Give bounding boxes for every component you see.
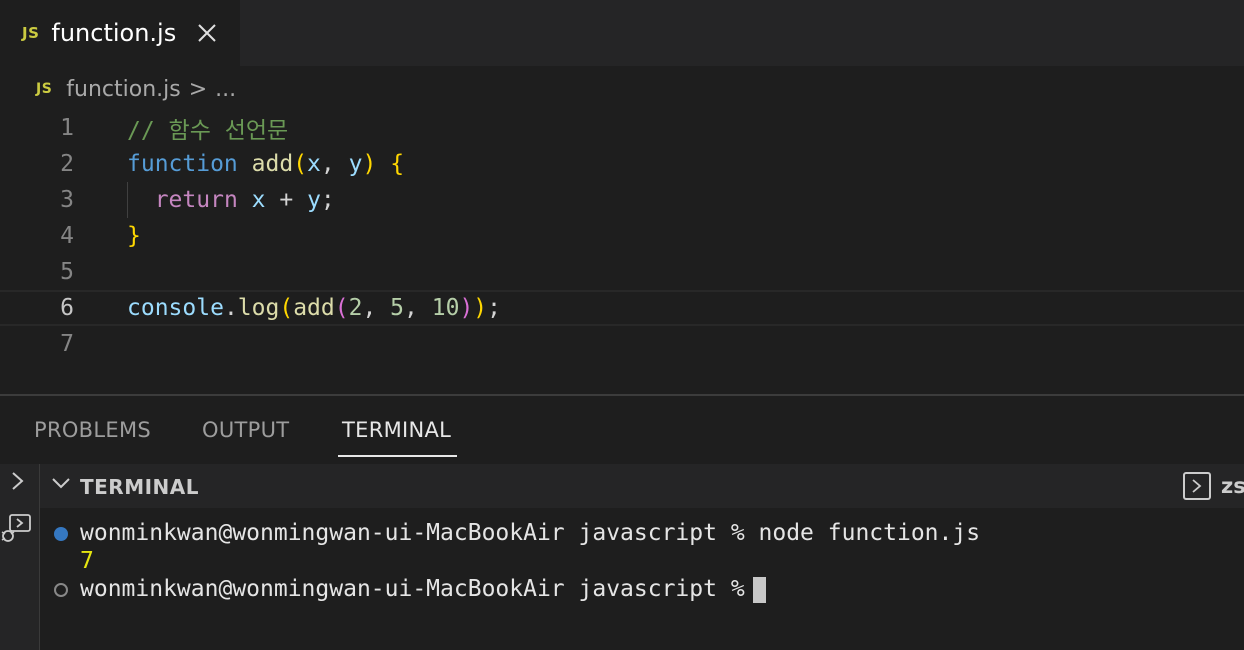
line-number: 6	[60, 295, 74, 321]
code-token: ,	[404, 295, 432, 321]
code-line[interactable]: 7	[0, 326, 1244, 362]
code-line[interactable]: 2 function add(x, y) {	[0, 146, 1244, 182]
line-number: 1	[60, 115, 74, 141]
breadcrumb-file[interactable]: function.js	[66, 77, 180, 102]
code-token: (	[279, 295, 294, 321]
terminal-header: TERMINAL zs	[40, 464, 1244, 508]
line-number: 3	[60, 187, 74, 213]
code-lines[interactable]: 1// 함수 선언문 2 function add(x, y) {3 return …	[0, 110, 1244, 362]
tab-title: function.js	[51, 19, 177, 47]
code-token: 2	[348, 295, 363, 321]
line-number: 7	[60, 331, 74, 357]
code-token: )	[459, 295, 474, 321]
code-token: add	[251, 151, 294, 177]
code-token: log	[237, 295, 280, 321]
code-token: x	[251, 187, 266, 213]
line-number: 2	[60, 151, 74, 177]
tab-terminal[interactable]: TERMINAL	[342, 418, 451, 442]
editor-tab-bar: JS function.js	[0, 0, 1244, 66]
tab-output[interactable]: OUTPUT	[202, 418, 289, 442]
breadcrumb: JS function.js > ...	[36, 74, 236, 104]
code-token: y	[307, 187, 321, 213]
code-token: x	[307, 151, 321, 177]
line-number: 5	[60, 259, 74, 285]
code-token: function	[127, 151, 238, 177]
close-icon[interactable]	[194, 20, 220, 46]
terminal-shell-icon[interactable]	[1183, 472, 1211, 500]
code-token: add	[293, 295, 335, 321]
command-pending-icon[interactable]	[54, 583, 68, 597]
code-token: ,	[320, 151, 349, 177]
terminal-prompt-line: wonminkwan@wonmingwan-ui-MacBookAir java…	[80, 576, 766, 603]
code-token: ,	[362, 295, 391, 321]
tab-function-js[interactable]: JS function.js	[0, 0, 240, 66]
code-token: )	[362, 151, 377, 177]
code-token: return	[154, 187, 238, 213]
code-token: 10	[431, 295, 460, 321]
javascript-file-icon: JS	[22, 24, 40, 42]
code-token: +	[265, 187, 308, 213]
terminal-cursor	[752, 576, 766, 603]
line-text: // 함수 선언문	[127, 111, 288, 145]
chevron-right-icon[interactable]	[8, 470, 26, 498]
code-token: 5	[390, 295, 405, 321]
code-token: (	[293, 151, 308, 177]
code-token: .	[223, 295, 238, 321]
code-line[interactable]: 5	[0, 254, 1244, 290]
code-token: }	[127, 223, 141, 249]
code-line[interactable]: 1 // 함수 선언문	[0, 110, 1244, 146]
breadcrumb-separator: >	[188, 76, 208, 102]
line-text: }	[127, 223, 141, 249]
code-token: {	[390, 151, 405, 177]
command-success-icon[interactable]	[54, 527, 68, 541]
tab-problems[interactable]: PROBLEMS	[34, 418, 151, 442]
terminal-prompt: wonminkwan@wonmingwan-ui-MacBookAir java…	[80, 576, 745, 602]
line-text: return x + y;	[127, 187, 335, 213]
code-token: console	[127, 295, 224, 321]
terminal-shell-name[interactable]: zs	[1221, 474, 1244, 498]
terminal-output-value: 7	[80, 548, 94, 574]
code-token: ;	[320, 187, 335, 213]
chevron-down-icon[interactable]	[50, 472, 72, 499]
code-token: (	[334, 295, 349, 321]
panel-tab-bar: PROBLEMS OUTPUT TERMINAL	[0, 396, 1244, 464]
javascript-file-icon: JS	[36, 81, 53, 97]
active-tab-indicator	[338, 455, 457, 457]
code-line[interactable]: 3 return x + y;	[0, 182, 1244, 218]
code-line[interactable]: 4}	[0, 218, 1244, 254]
line-text: console.log(add(2, 5, 10));	[127, 295, 501, 321]
line-text: function add(x, y) {	[127, 151, 404, 177]
code-token: )	[473, 295, 488, 321]
code-token: // 함수 선언문	[127, 118, 289, 144]
terminal-output[interactable]: wonminkwan@wonmingwan-ui-MacBookAir java…	[40, 508, 1244, 650]
terminal-command-line: wonminkwan@wonmingwan-ui-MacBookAir java…	[80, 520, 981, 546]
breadcrumb-more[interactable]: ...	[215, 77, 236, 102]
code-token: ;	[487, 295, 502, 321]
terminal-header-title[interactable]: TERMINAL	[80, 475, 199, 499]
code-line[interactable]: 6 console.log(add(2, 5, 10));	[0, 290, 1244, 326]
code-editor[interactable]: JS function.js > ... 1 // 함수 선언문 2 function…	[0, 66, 1244, 394]
line-number: 4	[60, 223, 74, 249]
panel-side-bar	[0, 464, 40, 650]
code-token: y	[348, 151, 363, 177]
debug-console-icon[interactable]	[0, 512, 34, 544]
